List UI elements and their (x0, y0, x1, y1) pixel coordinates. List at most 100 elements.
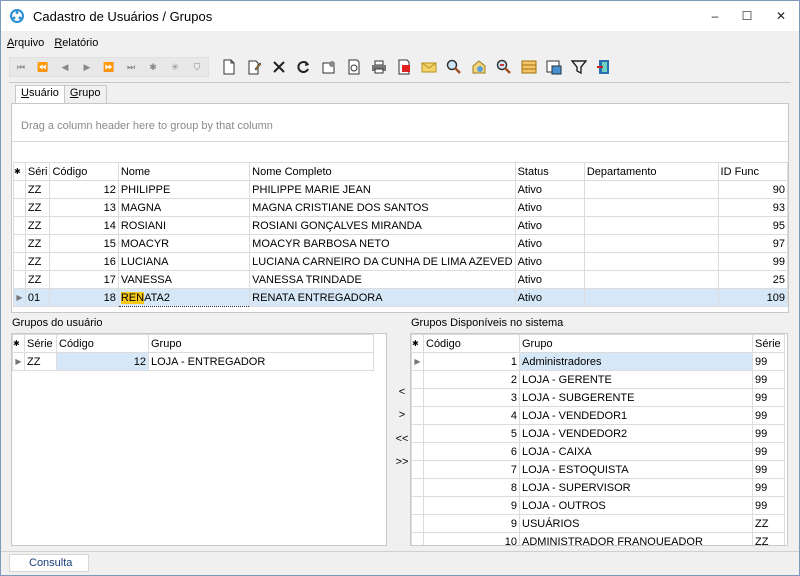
search-web-icon[interactable] (467, 56, 491, 78)
cell-nome-completo[interactable]: MOACYR BARBOSA NETO (249, 234, 516, 253)
cell-serie[interactable]: ZZ (24, 198, 51, 217)
cell-status[interactable]: Ativo (514, 180, 585, 199)
refresh-icon[interactable] (292, 56, 316, 78)
cell-serie[interactable]: ZZ (24, 352, 57, 371)
table-row[interactable]: ZZ 17 VANESSA VANESSA TRINDADE Ativo 25 (13, 270, 789, 289)
cell-nome-completo[interactable]: PHILIPPE MARIE JEAN (249, 180, 516, 199)
cell-serie[interactable]: ZZ (24, 270, 51, 289)
table-row[interactable]: ZZ 12 PHILIPPE PHILIPPE MARIE JEAN Ativo… (13, 180, 789, 199)
table-row[interactable]: ZZ 14 ROSIANI ROSIANI GONÇALVES MIRANDA … (13, 216, 789, 235)
cell-nome-completo[interactable]: MAGNA CRISTIANE DOS SANTOS (249, 198, 516, 217)
filter-record-icon[interactable]: ⛉ (186, 58, 208, 76)
last-record-icon[interactable]: ⏭ (120, 58, 142, 76)
cell-nome[interactable]: RENATA2 (117, 288, 251, 307)
col-header-id-func[interactable]: ID Func (717, 162, 789, 181)
col-header-serie[interactable]: Série (752, 334, 785, 353)
col-header-serie[interactable]: Série (24, 334, 57, 353)
cell-departamento[interactable] (583, 198, 719, 217)
cell-grupo[interactable]: LOJA - CAIXA (519, 442, 753, 461)
table-row[interactable]: ZZ 15 MOACYR MOACYR BARBOSA NETO Ativo 9… (13, 234, 789, 253)
cell-nome[interactable]: MAGNA (117, 198, 251, 217)
cell-id-func[interactable]: 90 (717, 180, 789, 199)
new-document-icon[interactable] (217, 56, 241, 78)
col-header-codigo[interactable]: Código (49, 162, 119, 181)
cell-serie[interactable]: ZZ (24, 180, 51, 199)
col-header-codigo[interactable]: Código (423, 334, 520, 353)
print-preview-icon[interactable] (342, 56, 366, 78)
edit-document-icon[interactable] (242, 56, 266, 78)
table-row[interactable]: 4 LOJA - VENDEDOR1 99 (411, 406, 785, 425)
cell-nome[interactable]: LUCIANA (117, 252, 251, 271)
cell-status[interactable]: Ativo (514, 288, 585, 307)
cell-grupo[interactable]: LOJA - SUPERVISOR (519, 478, 753, 497)
cell-codigo[interactable]: 6 (423, 442, 520, 461)
exit-icon[interactable] (592, 56, 616, 78)
cell-codigo[interactable]: 4 (423, 406, 520, 425)
search-icon[interactable] (442, 56, 466, 78)
cell-nome[interactable]: ROSIANI (117, 216, 251, 235)
cell-grupo[interactable]: LOJA - VENDEDOR1 (519, 406, 753, 425)
table-row[interactable]: 6 LOJA - CAIXA 99 (411, 442, 785, 461)
cell-nome[interactable]: VANESSA (117, 270, 251, 289)
cell-serie[interactable]: 99 (752, 460, 785, 479)
properties-icon[interactable] (317, 56, 341, 78)
maximize-button[interactable]: ☐ (731, 1, 763, 31)
cell-id-func[interactable]: 95 (717, 216, 789, 235)
cell-id-func[interactable]: 109 (717, 288, 789, 307)
cell-departamento[interactable] (583, 288, 719, 307)
cell-nome[interactable]: MOACYR (117, 234, 251, 253)
col-header-grupo[interactable]: Grupo (519, 334, 753, 353)
cell-serie[interactable]: 99 (752, 352, 785, 371)
cell-codigo[interactable]: 9 (423, 496, 520, 515)
import-icon[interactable] (542, 56, 566, 78)
table-row[interactable]: 7 LOJA - ESTOQUISTA 99 (411, 460, 785, 479)
cell-id-func[interactable]: 99 (717, 252, 789, 271)
cell-id-func[interactable]: 93 (717, 198, 789, 217)
cell-nome[interactable]: PHILIPPE (117, 180, 251, 199)
cell-nome-completo[interactable]: RENATA ENTREGADORA (249, 288, 516, 307)
prev-record-icon[interactable]: ◀ (54, 58, 76, 76)
cell-codigo[interactable]: 8 (423, 478, 520, 497)
cell-grupo[interactable]: Administradores (519, 352, 753, 371)
table-row[interactable]: 9 USUÁRIOS ZZ (411, 514, 785, 533)
email-icon[interactable] (417, 56, 441, 78)
delete-icon[interactable] (267, 56, 291, 78)
cell-serie[interactable]: ZZ (24, 252, 51, 271)
cell-serie[interactable]: ZZ (24, 234, 51, 253)
cell-codigo[interactable]: 18 (49, 288, 119, 307)
cell-departamento[interactable] (583, 234, 719, 253)
next-record-icon[interactable]: ▶ (76, 58, 98, 76)
cell-serie[interactable]: 99 (752, 370, 785, 389)
cell-grupo[interactable]: LOJA - GERENTE (519, 370, 753, 389)
col-header-grupo[interactable]: Grupo (148, 334, 374, 353)
status-tab-consulta[interactable]: Consulta (9, 554, 89, 572)
cell-codigo[interactable]: 7 (423, 460, 520, 479)
cell-status[interactable]: Ativo (514, 198, 585, 217)
group-by-drop-zone[interactable]: Drag a column header here to group by th… (12, 104, 788, 142)
table-row[interactable]: 9 LOJA - OUTROS 99 (411, 496, 785, 515)
cell-status[interactable]: Ativo (514, 234, 585, 253)
tab-usuario[interactable]: Usuário (15, 85, 65, 104)
cell-serie[interactable]: 99 (752, 496, 785, 515)
table-row-selected[interactable]: ▶ 01 18 RENATA2 RENATA ENTREGADORA Ativo… (13, 288, 789, 307)
cell-grupo[interactable]: USUÁRIOS (519, 514, 753, 533)
cell-nome-completo[interactable]: VANESSA TRINDADE (249, 270, 516, 289)
cell-codigo[interactable]: 10 (423, 532, 520, 545)
cell-id-func[interactable]: 97 (717, 234, 789, 253)
cell-status[interactable]: Ativo (514, 216, 585, 235)
tab-grupo[interactable]: Grupo (63, 85, 107, 103)
cell-departamento[interactable] (583, 252, 719, 271)
cell-id-func[interactable]: 25 (717, 270, 789, 289)
cell-serie[interactable]: ZZ (752, 532, 785, 545)
col-header-status[interactable]: Status (514, 162, 585, 181)
table-row[interactable]: ▶ 1 Administradores 99 (411, 352, 785, 371)
cell-nome-completo[interactable]: LUCIANA CARNEIRO DA CUNHA DE LIMA AZEVED (249, 252, 516, 271)
cell-serie[interactable]: 99 (752, 478, 785, 497)
first-record-icon[interactable]: ⏮ (10, 58, 32, 76)
cell-codigo[interactable]: 13 (49, 198, 119, 217)
col-header-nome[interactable]: Nome (117, 162, 251, 181)
col-header-serie[interactable]: Séri (24, 162, 51, 181)
cell-codigo[interactable]: 12 (56, 352, 149, 371)
cell-grupo[interactable]: LOJA - ENTREGADOR (148, 352, 374, 371)
cell-grupo[interactable]: LOJA - ESTOQUISTA (519, 460, 753, 479)
